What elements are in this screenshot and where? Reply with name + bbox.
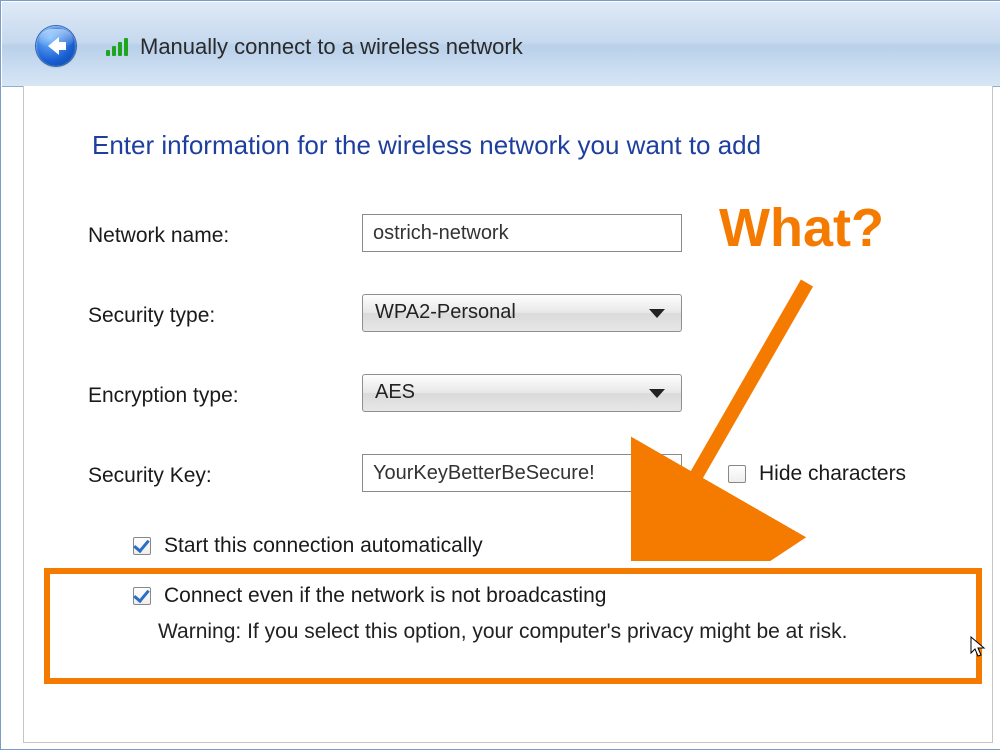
network-name-input[interactable]	[362, 214, 682, 252]
window-title: Manually connect to a wireless network	[140, 34, 523, 60]
page-heading: Enter information for the wireless netwo…	[92, 130, 761, 161]
chevron-down-icon	[649, 309, 665, 318]
hide-characters-label: Hide characters	[759, 462, 906, 486]
security-key-input[interactable]	[362, 454, 682, 492]
label-network-name: Network name:	[88, 224, 229, 248]
connect-even-label: Connect even if the network is not broad…	[164, 584, 606, 608]
encryption-type-select[interactable]: AES	[362, 374, 682, 412]
wizard-body: Enter information for the wireless netwo…	[23, 86, 993, 743]
start-auto-checkbox[interactable]	[133, 537, 151, 555]
arrow-left-icon	[42, 34, 70, 58]
wireless-icon	[106, 38, 132, 56]
label-security-type: Security type:	[88, 304, 215, 328]
hide-characters-row: Hide characters	[724, 462, 906, 486]
start-auto-row: Start this connection automatically	[129, 534, 483, 558]
start-auto-label: Start this connection automatically	[164, 534, 483, 558]
encryption-type-value: AES	[375, 381, 415, 404]
hide-characters-checkbox[interactable]	[728, 465, 746, 483]
label-security-key: Security Key:	[88, 464, 212, 488]
privacy-warning-text: Warning: If you select this option, your…	[158, 620, 848, 644]
chevron-down-icon	[649, 389, 665, 398]
label-encryption-type: Encryption type:	[88, 384, 239, 408]
mouse-cursor-icon	[970, 636, 986, 658]
back-button[interactable]	[36, 26, 76, 66]
annotation-text: What?	[719, 197, 884, 259]
connect-even-checkbox[interactable]	[133, 587, 151, 605]
security-type-select[interactable]: WPA2-Personal	[362, 294, 682, 332]
window-header: Manually connect to a wireless network	[2, 2, 1000, 87]
connect-even-row: Connect even if the network is not broad…	[129, 584, 606, 608]
wizard-window: Manually connect to a wireless network E…	[0, 0, 1000, 750]
security-type-value: WPA2-Personal	[375, 301, 516, 324]
